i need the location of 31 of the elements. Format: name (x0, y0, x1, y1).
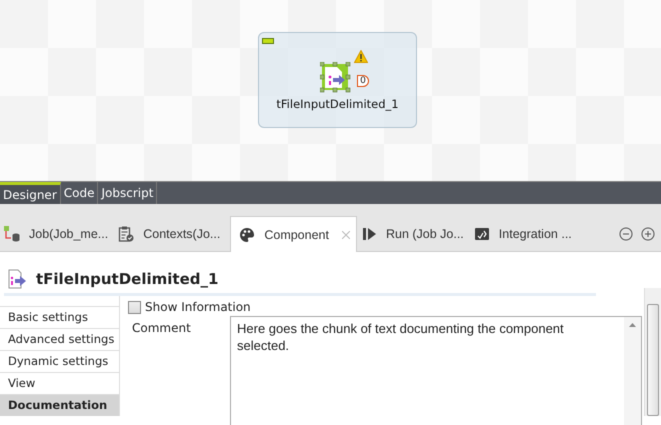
close-icon[interactable] (342, 230, 350, 238)
scrollbar[interactable] (624, 317, 641, 425)
comment-label: Comment (131, 320, 192, 337)
editor-tab[interactable]: Designer (0, 182, 61, 204)
settings-nav-item[interactable]: Documentation (0, 394, 119, 416)
scrollbar[interactable] (644, 288, 661, 416)
scroll-up-icon[interactable] (629, 323, 636, 327)
console-icon (474, 226, 490, 242)
view-tab[interactable]: Run (Job Jo... (360, 216, 470, 251)
component-label: tFileInputDelimited_1 (275, 97, 400, 111)
component-node[interactable]: 0 tFileInputDelimited_1 (258, 32, 417, 128)
job-icon (4, 226, 20, 242)
clipboard-icon (118, 226, 134, 242)
output-port[interactable]: 0 (357, 75, 369, 87)
status-indicator (262, 38, 274, 44)
checkbox[interactable] (128, 300, 141, 314)
comment-field[interactable]: Here goes the chunk of text documenting the component selected. (230, 316, 642, 425)
view-tab[interactable]: Component (230, 216, 357, 252)
component-title: tFileInputDelimited_1 (36, 270, 218, 288)
palette-icon (239, 226, 256, 242)
view-tab[interactable]: Job(Job_me... (4, 216, 114, 251)
view-tab[interactable]: Contexts(Jo... (118, 216, 226, 251)
run-icon (360, 226, 377, 242)
view-tab[interactable]: Integration ... (474, 216, 578, 251)
maximize-icon[interactable] (641, 226, 655, 240)
settings-nav-item[interactable]: Advanced settings (0, 328, 119, 350)
settings-nav-item[interactable]: Dynamic settings (0, 350, 119, 372)
file-input-icon (8, 268, 28, 288)
minimize-icon[interactable] (619, 226, 633, 240)
checkbox-label: Show Information (145, 300, 251, 314)
settings-nav-item[interactable]: Basic settings (0, 306, 119, 328)
